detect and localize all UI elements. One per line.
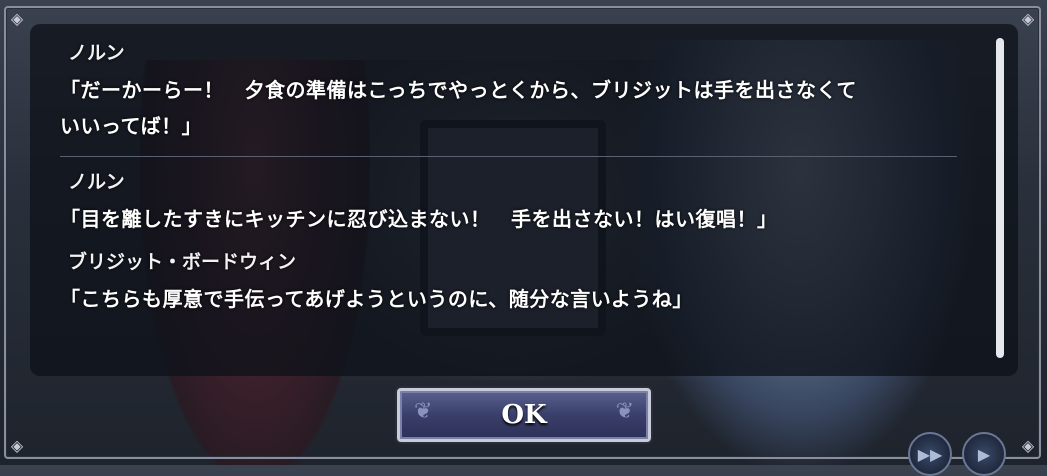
button-ornament-icon: ❦ [615, 399, 634, 424]
ok-button-label: OK [501, 400, 547, 430]
dialog-log-panel[interactable]: ノルン 「だーかーらー！ 夕食の準備はこっちでやっとくから、ブリジットは手を出さ… [30, 24, 1018, 376]
speaker-name: ノルン [68, 42, 125, 64]
ok-button[interactable]: ❦ OK ❦ [397, 388, 651, 442]
dialog-entry: ノルン 「だーかーらー！ 夕食の準備はこっちでやっとくから、ブリジットは手を出さ… [60, 38, 958, 142]
play-icon[interactable]: ▶ [962, 432, 1006, 476]
scrollbar-thumb[interactable] [996, 38, 1004, 358]
speaker-name: ノルン [68, 171, 125, 193]
dialog-entry: ブリジット・ボードウィン 「こちらも厚意で手伝ってあげようというのに、随分な言い… [60, 247, 958, 315]
speaker-name: ブリジット・ボードウィン [68, 251, 297, 273]
frame-corner-ornament-icon: ◈ [1021, 436, 1035, 455]
frame-corner-ornament-icon: ◈ [10, 436, 24, 455]
dialog-line: 「だーかーらー！ 夕食の準備はこっちでやっとくから、ブリジットは手を出さなくて [60, 78, 857, 102]
button-ornament-icon: ❦ [414, 399, 433, 424]
dialog-line: 「こちらも厚意で手伝ってあげようというのに、随分な言いようね」 [60, 287, 693, 311]
dialog-entry: ノルン 「目を離したすきにキッチンに忍び込まない！ 手を出さない！はい復唱！」 [60, 167, 958, 235]
frame-corner-ornament-icon: ◈ [1021, 9, 1035, 28]
frame-corner-ornament-icon: ◈ [10, 9, 24, 28]
entry-divider [60, 156, 957, 157]
dialog-line: いいってば！」 [60, 114, 203, 138]
fast-forward-icon[interactable]: ▶▶ [908, 432, 952, 476]
scrollbar[interactable] [996, 38, 1004, 358]
dialog-line: 「目を離したすきにキッチンに忍び込まない！ 手を出さない！はい復唱！」 [60, 207, 778, 231]
